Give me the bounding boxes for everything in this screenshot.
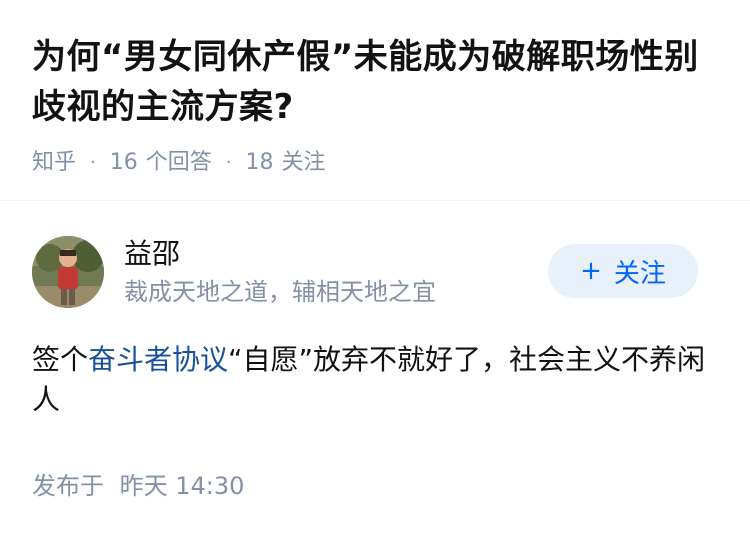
avatar-photo-icon (32, 236, 104, 308)
follow-label: 关注 (613, 258, 666, 289)
follow-button[interactable]: + 关注 (548, 244, 698, 298)
source-label[interactable]: 知乎 (32, 148, 76, 178)
avatar[interactable] (32, 236, 104, 308)
question-header: 为何“男女同休产假”未能成为破解职场性别歧视的主流方案? 知乎 · 16 个回答… (32, 32, 722, 178)
section-divider (0, 200, 750, 201)
question-title[interactable]: 为何“男女同休产假”未能成为破解职场性别歧视的主流方案? (32, 32, 722, 132)
question-meta: 知乎 · 16 个回答 · 18 关注 (32, 148, 722, 178)
author-info: 益邵 裁成天地之道，辅相天地之宜 (124, 236, 436, 308)
answers-label[interactable]: 个回答 (146, 148, 212, 178)
followers-count: 18 (245, 150, 274, 175)
plus-icon: + (580, 256, 602, 286)
meta-separator: · (225, 152, 232, 173)
author-bio: 裁成天地之道，辅相天地之宜 (124, 278, 436, 306)
answer-link[interactable]: 奋斗者协议 (88, 343, 228, 376)
author-row: 益邵 裁成天地之道，辅相天地之宜 + 关注 (32, 236, 722, 308)
answer-text-before: 签个 (32, 343, 89, 376)
answers-count: 16 (109, 150, 138, 175)
author-name[interactable]: 益邵 (124, 236, 436, 272)
published-label: 发布于 (32, 472, 104, 500)
published-time: 昨天 14:30 (119, 472, 245, 500)
followers-label[interactable]: 关注 (282, 148, 326, 178)
answer-timestamp: 发布于 昨天 14:30 (32, 470, 244, 502)
answer-content: 签个奋斗者协议“自愿”放弃不就好了，社会主义不养闲人 (32, 340, 722, 420)
meta-separator: · (90, 152, 96, 173)
